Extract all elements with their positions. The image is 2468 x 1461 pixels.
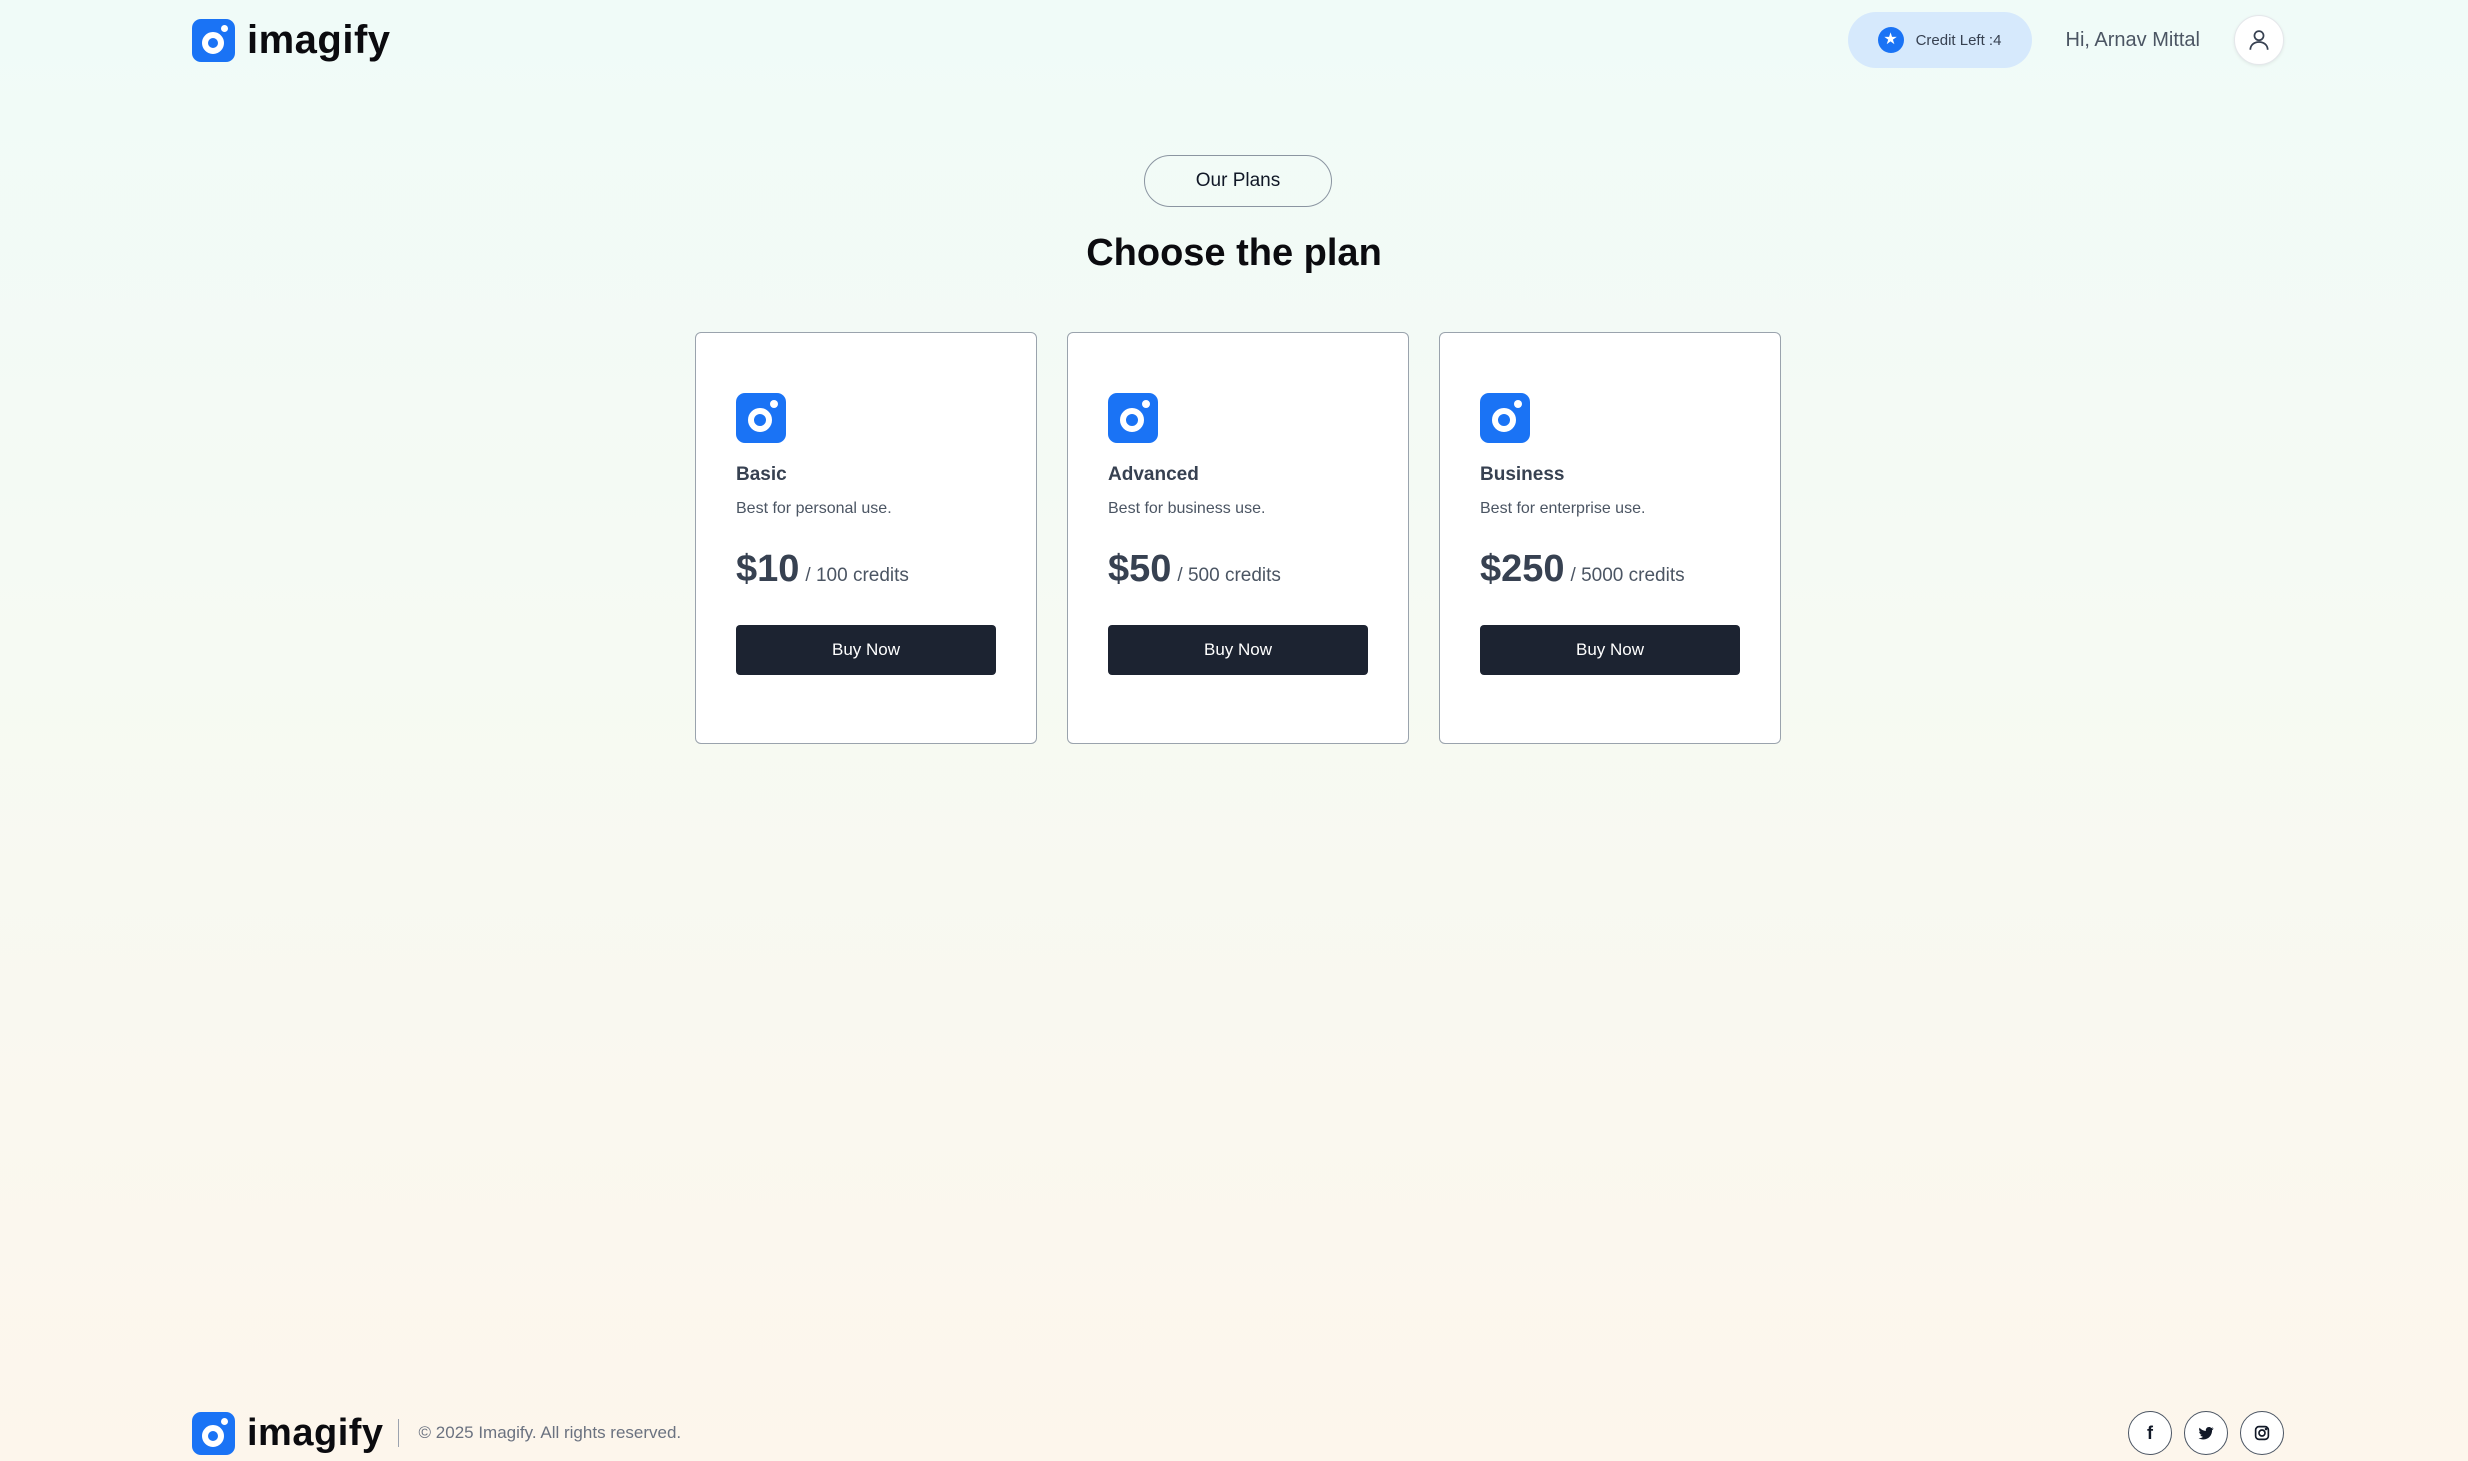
user-icon xyxy=(2249,30,2269,50)
footer-divider xyxy=(397,1419,399,1447)
facebook-icon[interactable]: f xyxy=(2128,1411,2172,1455)
footer-brand-logo[interactable]: imagify xyxy=(192,1411,384,1455)
footer: imagify © 2025 Imagify. All rights reser… xyxy=(192,1405,2284,1461)
plan-description: Best for personal use. xyxy=(736,500,892,517)
plan-price: $50 xyxy=(1108,548,1172,590)
our-plans-badge: Our Plans xyxy=(1144,155,1332,207)
plan-credits: / 5000 credits xyxy=(1570,565,1685,586)
brand-logo[interactable]: imagify xyxy=(192,18,391,63)
buy-now-button-advanced[interactable]: Buy Now xyxy=(1108,625,1368,675)
footer-brand-name: imagify xyxy=(247,1411,384,1454)
plan-name: Advanced xyxy=(1108,464,1199,485)
twitter-icon[interactable] xyxy=(2184,1411,2228,1455)
plan-cards: Basic Best for personal use. $10 / 100 c… xyxy=(695,332,1781,744)
plan-price-row: $10 / 100 credits xyxy=(736,548,996,591)
copyright-text: © 2025 Imagify. All rights reserved. xyxy=(418,1423,682,1442)
user-avatar[interactable] xyxy=(2234,15,2284,65)
buy-now-button-business[interactable]: Buy Now xyxy=(1480,625,1740,675)
social-links: f xyxy=(2128,1411,2284,1455)
star-icon: ★ xyxy=(1877,27,1904,53)
instagram-icon[interactable] xyxy=(2240,1411,2284,1455)
plan-credits: / 500 credits xyxy=(1177,565,1281,586)
footer-left: imagify © 2025 Imagify. All rights reser… xyxy=(192,1411,682,1455)
plan-price-row: $250 / 5000 credits xyxy=(1480,548,1740,591)
plan-name: Basic xyxy=(736,464,787,485)
plan-name: Business xyxy=(1480,464,1565,485)
imagify-logo-icon xyxy=(192,1411,235,1455)
brand-name: imagify xyxy=(247,17,391,62)
plan-logo-icon xyxy=(736,393,786,443)
plan-price: $10 xyxy=(736,548,800,590)
top-navbar: imagify ★ Credit Left :4 Hi, Arnav Mitta… xyxy=(192,10,2284,70)
plan-price-row: $50 / 500 credits xyxy=(1108,548,1368,591)
plan-card-basic: Basic Best for personal use. $10 / 100 c… xyxy=(695,332,1037,744)
credit-label: Credit Left :4 xyxy=(1915,31,2002,49)
plan-logo-icon xyxy=(1480,393,1530,443)
page-title: Choose the plan xyxy=(1086,232,1382,274)
plan-description: Best for business use. xyxy=(1108,500,1266,517)
plan-price: $250 xyxy=(1480,548,1565,590)
buy-now-button-basic[interactable]: Buy Now xyxy=(736,625,996,675)
user-greeting: Hi, Arnav Mittal xyxy=(2065,28,2200,51)
plan-card-advanced: Advanced Best for business use. $50 / 50… xyxy=(1067,332,1409,744)
imagify-logo-icon xyxy=(192,18,235,62)
plan-card-business: Business Best for enterprise use. $250 /… xyxy=(1439,332,1781,744)
plan-description: Best for enterprise use. xyxy=(1480,500,1646,517)
plan-logo-icon xyxy=(1108,393,1158,443)
credits-button[interactable]: ★ Credit Left :4 xyxy=(1847,12,2032,68)
header-right: ★ Credit Left :4 Hi, Arnav Mittal xyxy=(1847,12,2284,68)
plan-credits: / 100 credits xyxy=(805,565,909,586)
